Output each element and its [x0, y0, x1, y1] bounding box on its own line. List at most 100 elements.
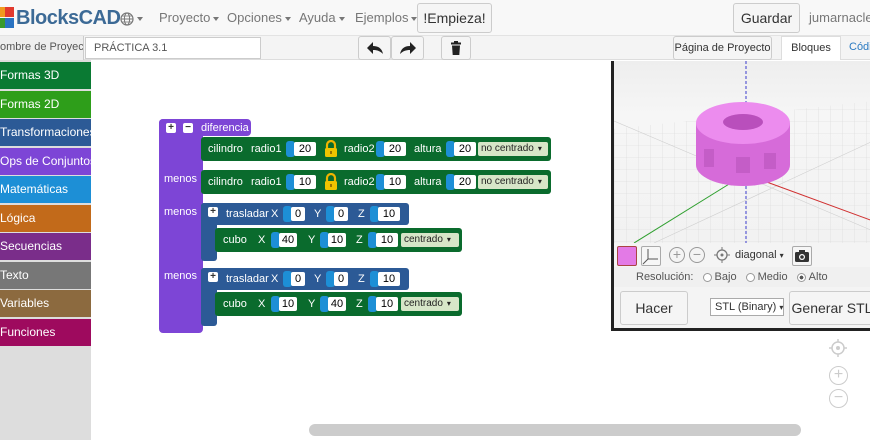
radius1-label: radio1 — [251, 143, 282, 155]
x-label: X — [271, 208, 279, 220]
expand-plus-icon[interactable]: + — [208, 272, 218, 282]
expand-plus-icon[interactable]: + — [208, 207, 218, 217]
category-item[interactable]: Variables — [0, 290, 91, 317]
category-item[interactable]: Transformaciones — [0, 119, 91, 146]
category-item[interactable]: Formas 2D — [0, 90, 91, 118]
language-globe-menu[interactable] — [120, 0, 143, 36]
user-menu[interactable]: jumarnacle — [809, 0, 870, 57]
cube-label: cubo — [223, 234, 247, 246]
height-label: altura — [414, 176, 442, 188]
menu-proyecto[interactable]: Proyecto — [159, 0, 220, 36]
target-icon[interactable] — [713, 246, 731, 267]
color-swatch[interactable] — [617, 246, 637, 266]
save-button[interactable]: Guardar — [733, 3, 800, 33]
project-page-button[interactable]: Página de Proyecto — [673, 36, 772, 60]
camera-view-select[interactable]: diagonal ▾ — [735, 249, 784, 261]
center-dropdown[interactable]: no centrado — [478, 142, 548, 156]
cube-x-input[interactable]: 10 — [279, 297, 297, 311]
res-radio-low[interactable] — [702, 272, 712, 282]
menu-opciones[interactable]: Opciones — [227, 0, 291, 36]
translate-label: trasladar — [226, 273, 269, 285]
camera-icon — [795, 250, 809, 262]
render-button[interactable]: Hacer — [620, 291, 688, 325]
category-item[interactable]: Funciones — [0, 318, 91, 346]
center-dropdown[interactable]: centrado — [401, 297, 459, 311]
workspace-zoom-in-icon[interactable]: + — [829, 366, 848, 385]
radius2-input[interactable]: 20 — [384, 142, 406, 156]
workspace-zoom-out-icon[interactable]: − — [829, 389, 848, 408]
screenshot-button[interactable] — [792, 246, 812, 266]
top-navbar: BlocksCAD Proyecto Opciones Ayuda Ejempl… — [0, 0, 870, 57]
res-radio-medium[interactable] — [745, 272, 755, 282]
radius1-label: radio1 — [251, 176, 282, 188]
y-label: Y — [308, 298, 316, 310]
translate-y-input[interactable]: 0 — [334, 272, 348, 286]
category-item[interactable]: Formas 3D — [0, 62, 91, 89]
axes-toggle-button[interactable] — [641, 246, 661, 266]
category-item[interactable]: Secuencias — [0, 233, 91, 260]
cube-label: cubo — [223, 298, 247, 310]
category-item[interactable]: Lógica — [0, 204, 91, 232]
zoom-out-icon[interactable]: − — [689, 247, 705, 263]
translate-z-input[interactable]: 10 — [378, 272, 400, 286]
radius1-input[interactable]: 20 — [294, 142, 316, 156]
menu-ayuda[interactable]: Ayuda — [299, 0, 345, 36]
height-input[interactable]: 20 — [454, 142, 476, 156]
generate-stl-button[interactable]: Generar STL — [789, 291, 870, 325]
radius2-label: radio2 — [344, 143, 375, 155]
3d-viewport[interactable] — [611, 61, 870, 243]
center-dropdown[interactable]: centrado — [401, 233, 459, 247]
chevron-down-icon — [284, 16, 291, 21]
res-medium-label: Medio — [757, 271, 788, 283]
chevron-down-icon — [338, 16, 345, 21]
height-input[interactable]: 20 — [454, 175, 476, 189]
chevron-down-icon: ▾ — [779, 251, 784, 260]
category-item[interactable]: Ops de Conjuntos — [0, 147, 91, 175]
x-label: X — [258, 298, 266, 310]
translate-z-input[interactable]: 10 — [378, 207, 400, 221]
translate-y-input[interactable]: 0 — [334, 207, 348, 221]
lock-icon[interactable] — [323, 172, 339, 194]
model-ring — [696, 102, 790, 186]
format-select[interactable]: STL (Binary) ▾ — [710, 298, 784, 316]
cube-x-input[interactable]: 40 — [279, 233, 297, 247]
cube-y-input[interactable]: 10 — [328, 233, 346, 247]
logo[interactable]: BlocksCAD — [0, 6, 121, 30]
difference-block[interactable] — [159, 119, 203, 333]
logo-text: BlocksCAD — [16, 6, 121, 29]
lock-icon[interactable] — [323, 139, 339, 161]
undo-button[interactable] — [358, 36, 391, 60]
y-label: Y — [308, 234, 316, 246]
expand-plus-icon[interactable]: + — [166, 123, 176, 133]
radius1-input[interactable]: 10 — [294, 175, 316, 189]
cube-z-input[interactable]: 10 — [376, 233, 398, 247]
translate-x-input[interactable]: 0 — [291, 272, 305, 286]
project-bar: ombre de Proyecto PRÁCTICA 3.1 Página de… — [0, 36, 870, 60]
translate-x-input[interactable]: 0 — [291, 207, 305, 221]
cube-z-input[interactable]: 10 — [376, 297, 398, 311]
category-item[interactable]: Texto — [0, 261, 91, 289]
redo-button[interactable] — [391, 36, 424, 60]
zoom-in-icon[interactable]: + — [669, 247, 685, 263]
center-dropdown[interactable]: no centrado — [478, 175, 548, 189]
delete-button[interactable] — [441, 36, 471, 60]
render-bar: Hacer STL (Binary) ▾ Generar STL — [611, 287, 870, 331]
difference-label: diferencia — [201, 122, 249, 134]
tab-blocks[interactable]: Bloques — [781, 36, 841, 60]
menu-ejemplos[interactable]: Ejemplos — [355, 0, 418, 36]
cube-y-input[interactable]: 40 — [328, 297, 346, 311]
z-label: Z — [358, 273, 365, 285]
res-radio-high[interactable] — [796, 272, 806, 282]
collapse-minus-icon[interactable]: − — [183, 123, 193, 133]
tab-code[interactable]: Códi — [849, 36, 870, 60]
workspace-scrollbar[interactable] — [309, 424, 801, 436]
start-button[interactable]: !Empieza! — [417, 3, 492, 33]
chevron-down-icon — [213, 16, 220, 21]
res-high-label: Alto — [808, 271, 828, 283]
center-view-icon[interactable] — [828, 338, 848, 361]
res-low-label: Bajo — [714, 271, 737, 283]
category-item[interactable]: Matemáticas — [0, 176, 91, 203]
project-name-input[interactable]: PRÁCTICA 3.1 — [85, 37, 261, 59]
radius2-input[interactable]: 10 — [384, 175, 406, 189]
undo-icon — [366, 42, 383, 54]
